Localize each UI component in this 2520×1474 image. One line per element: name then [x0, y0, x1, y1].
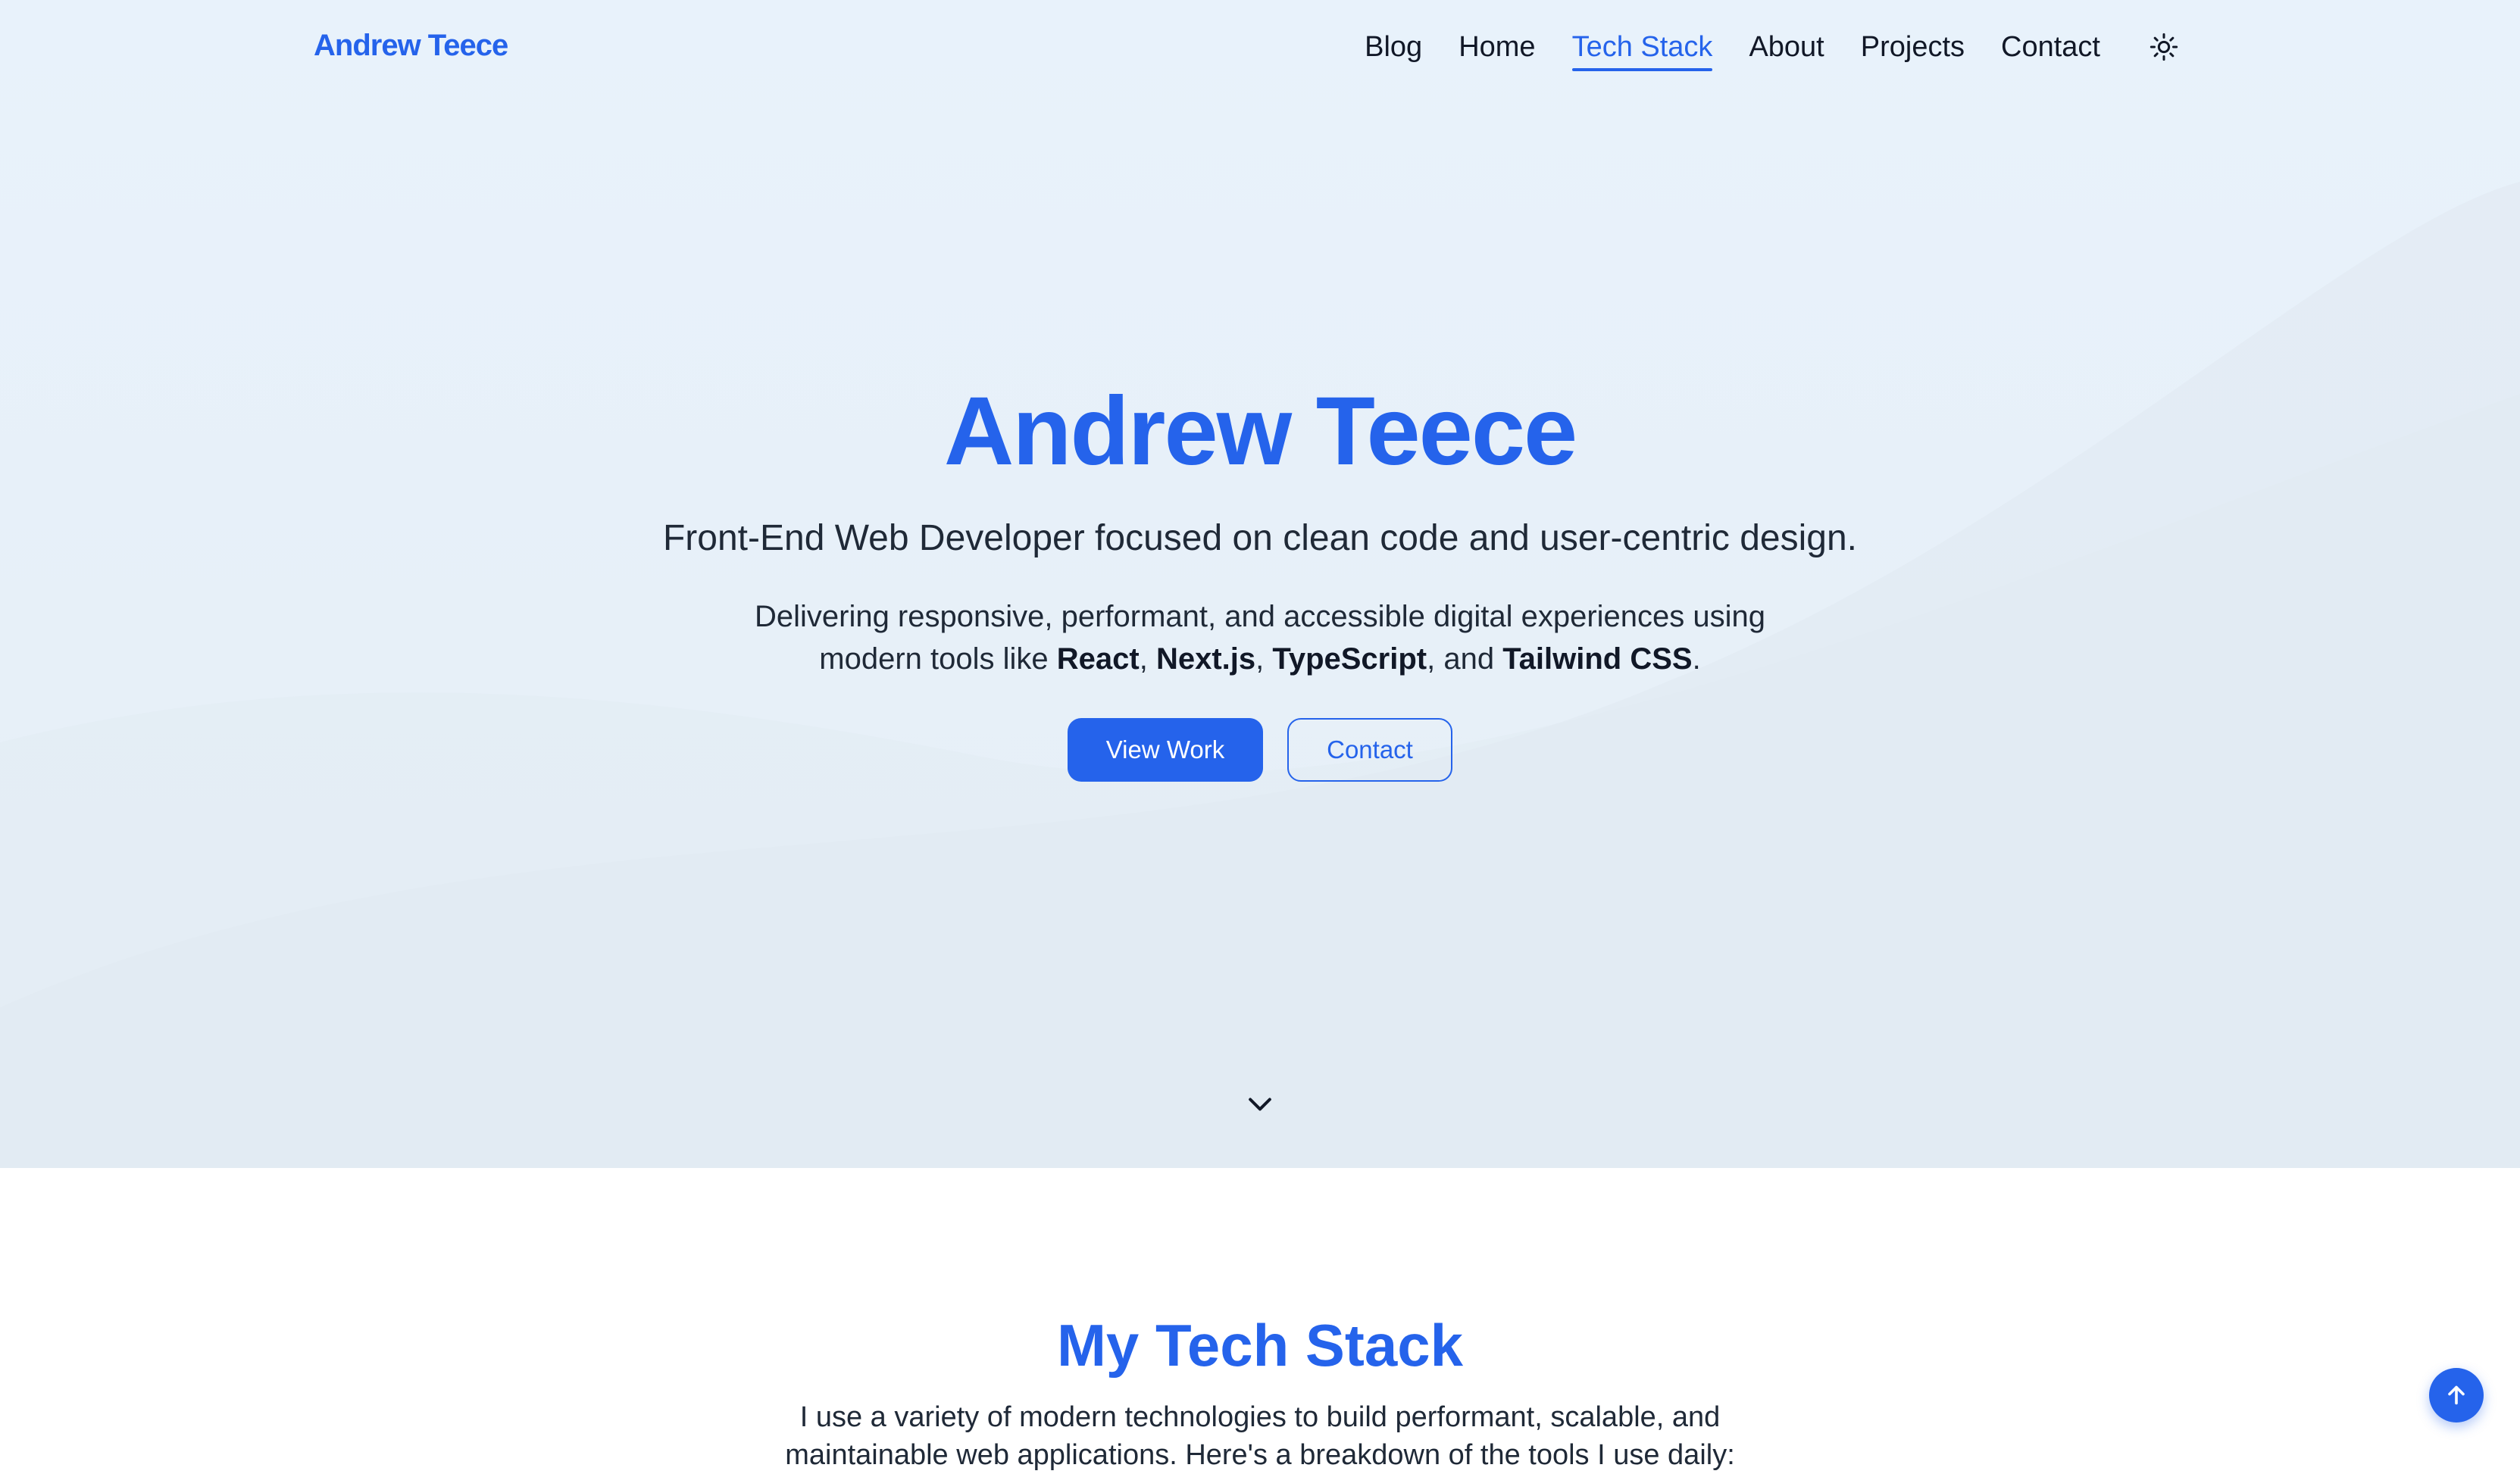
- hero-description: Delivering responsive, performant, and a…: [730, 595, 1790, 680]
- sun-icon: [2150, 33, 2178, 61]
- hero-section: Andrew Teece Blog Home Tech Stack About …: [0, 0, 2520, 1168]
- hero-background-waves: [0, 182, 2520, 1168]
- hero-title: Andrew Teece: [943, 377, 1577, 486]
- nav-projects[interactable]: Projects: [1861, 27, 1965, 67]
- back-to-top-button[interactable]: [2429, 1368, 2484, 1422]
- hero-subtitle: Front-End Web Developer focused on clean…: [662, 518, 1857, 558]
- tech-stack-title: My Tech Stack: [1056, 1312, 1464, 1379]
- tech-react: React: [1056, 642, 1140, 676]
- site-logo[interactable]: Andrew Teece: [314, 24, 508, 67]
- theme-toggle-button[interactable]: [2143, 26, 2185, 68]
- tech-tailwind: Tailwind CSS: [1502, 642, 1693, 676]
- scroll-down-button[interactable]: [1241, 1085, 1279, 1123]
- nav-contact[interactable]: Contact: [2001, 27, 2100, 67]
- tech-stack-description: I use a variety of modern technologies t…: [785, 1401, 1735, 1471]
- nav-blog[interactable]: Blog: [1365, 27, 1422, 67]
- main-nav: Blog Home Tech Stack About Projects Cont…: [1365, 26, 2185, 71]
- separator: ,: [1139, 642, 1156, 676]
- contact-button[interactable]: Contact: [1287, 718, 1452, 782]
- separator: ,: [1255, 642, 1273, 676]
- chevron-down-icon: [1249, 1098, 1271, 1111]
- view-work-button[interactable]: View Work: [1068, 718, 1263, 782]
- period: .: [1692, 642, 1701, 676]
- separator: , and: [1427, 642, 1503, 676]
- nav-home[interactable]: Home: [1459, 27, 1535, 67]
- nav-tech-stack[interactable]: Tech Stack: [1571, 27, 1712, 71]
- nav-about[interactable]: About: [1749, 27, 1824, 67]
- arrow-up-icon: [2448, 1385, 2465, 1405]
- tech-nextjs: Next.js: [1155, 642, 1256, 676]
- hero-actions: View Work Contact: [0, 718, 2520, 782]
- tech-typescript: TypeScript: [1272, 642, 1427, 676]
